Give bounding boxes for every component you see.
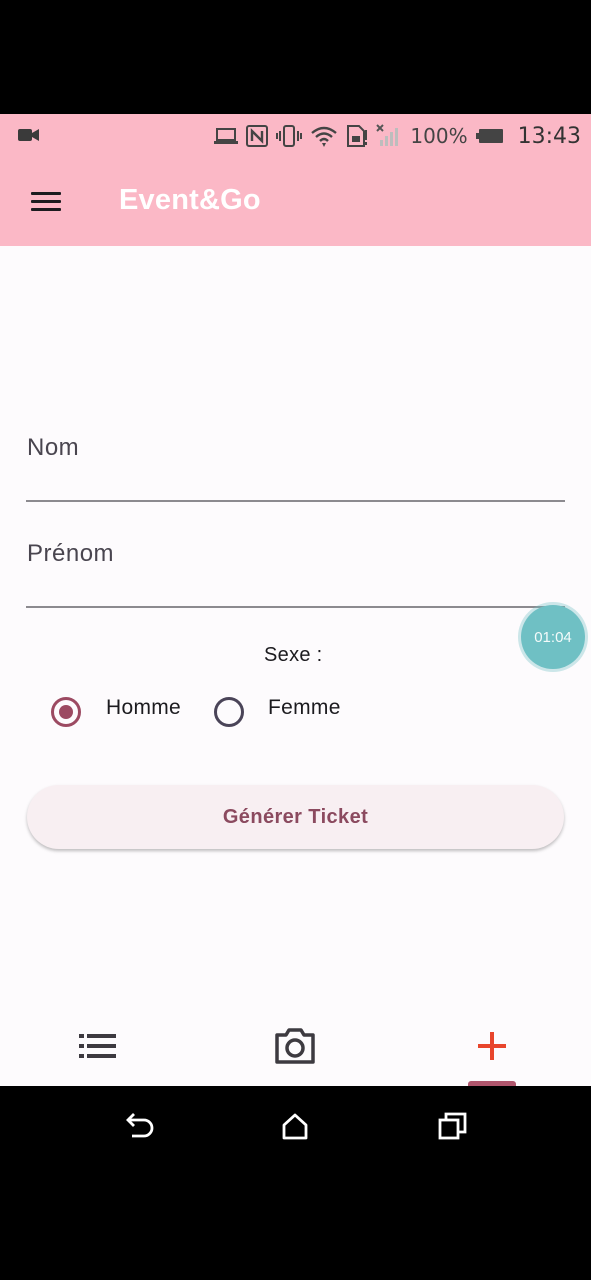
hamburger-menu-icon[interactable] bbox=[24, 184, 68, 220]
status-time: 13:43 bbox=[517, 123, 581, 149]
radio-homme-label[interactable]: Homme bbox=[106, 696, 181, 720]
generate-ticket-button[interactable]: Générer Ticket bbox=[27, 785, 564, 849]
battery-percent: 100% bbox=[410, 124, 468, 148]
nav-list[interactable] bbox=[68, 1024, 128, 1068]
sexe-label: Sexe : bbox=[264, 644, 323, 666]
bottom-nav bbox=[0, 1014, 591, 1086]
status-bar: 100% 13:43 bbox=[0, 114, 591, 158]
sim-icon bbox=[347, 125, 368, 147]
radio-femme[interactable] bbox=[214, 697, 244, 727]
nav-camera[interactable] bbox=[265, 1024, 325, 1068]
home-icon bbox=[282, 1113, 308, 1140]
nom-label: Nom bbox=[27, 434, 80, 461]
radio-homme[interactable] bbox=[51, 697, 81, 727]
home-button[interactable] bbox=[275, 1108, 315, 1144]
prenom-field[interactable]: Prénom bbox=[26, 520, 565, 610]
prenom-underline bbox=[26, 606, 565, 608]
vibrate-icon bbox=[276, 125, 303, 147]
plus-icon bbox=[478, 1032, 506, 1060]
system-navigation-bar bbox=[0, 1086, 591, 1166]
wifi-icon bbox=[311, 126, 338, 147]
nav-add[interactable] bbox=[462, 1024, 522, 1068]
laptop-icon bbox=[214, 128, 239, 144]
back-button[interactable] bbox=[118, 1108, 158, 1144]
back-icon bbox=[126, 1113, 154, 1138]
nfc-icon bbox=[246, 125, 269, 147]
list-icon bbox=[79, 1034, 116, 1058]
nom-field[interactable]: Nom bbox=[26, 414, 565, 504]
nom-underline bbox=[26, 500, 565, 502]
radio-femme-label[interactable]: Femme bbox=[268, 696, 341, 720]
recents-button[interactable] bbox=[433, 1108, 473, 1144]
status-icons: 100% 13:43 bbox=[214, 114, 581, 158]
battery-icon bbox=[475, 129, 503, 143]
recents-icon bbox=[438, 1112, 467, 1140]
app-title: Event&Go bbox=[119, 184, 261, 216]
prenom-label: Prénom bbox=[27, 540, 115, 567]
video-camera-icon bbox=[18, 129, 39, 141]
app-screen: 100% 13:43 Event&Go Nom Prénom Sexe : Ho… bbox=[0, 114, 591, 1086]
timer-overlay[interactable]: 01:04 bbox=[521, 605, 585, 669]
camera-icon bbox=[275, 1028, 315, 1064]
no-signal-icon bbox=[376, 124, 399, 146]
app-bar: Event&Go bbox=[0, 158, 591, 246]
